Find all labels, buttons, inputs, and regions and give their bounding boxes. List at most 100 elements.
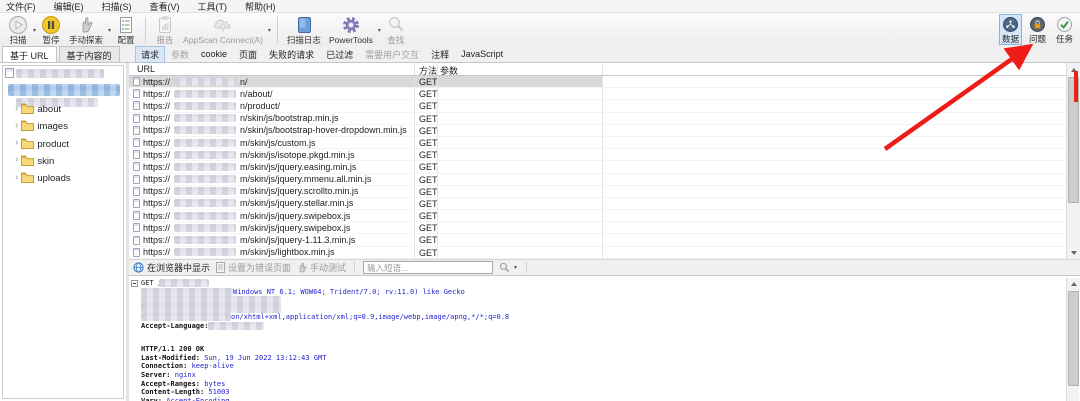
table-row[interactable]: https:// m/skin/js/jquery.easing.min.js GE… — [129, 161, 1066, 174]
url-prefix: https:// — [143, 88, 171, 99]
redacted-host — [174, 162, 237, 171]
header-value: keep-alive — [187, 362, 234, 371]
response-header-line: Accept-Ranges: bytes — [141, 380, 1062, 389]
page-icon — [133, 211, 140, 221]
chevron-down-icon[interactable]: ▾ — [378, 27, 381, 34]
set-error-page-button[interactable]: 设置为错误页面 — [216, 261, 291, 274]
show-in-browser-button[interactable]: 在浏览器中显示 — [133, 261, 210, 274]
table-row[interactable]: https:// n/product/GET — [129, 100, 1066, 113]
page-icon — [133, 247, 140, 257]
scrollbar-thumb[interactable] — [1068, 291, 1079, 386]
chevron-down-icon[interactable]: ▾ — [268, 27, 271, 34]
toolbar-button-config[interactable]: 配置 — [112, 14, 140, 46]
tab-cookie[interactable]: cookie — [195, 47, 233, 61]
manual-test-button[interactable]: 手动测试 — [297, 261, 346, 274]
tab-失败的请求[interactable]: 失败的请求 — [263, 46, 320, 63]
tab-参数[interactable]: 参数 — [165, 46, 195, 63]
menu-item[interactable]: 查看(V) — [150, 0, 180, 13]
response-header-line: HTTP/1.1 200 OK — [141, 345, 1062, 354]
toolbar-button-label: 查找 — [387, 35, 405, 45]
tab-需要用户交互[interactable]: 需要用户交互 — [359, 46, 425, 63]
url-suffix: m/skin/js/lightbox.min.js — [240, 247, 335, 258]
sidebar-tab[interactable]: 基于内容的 — [58, 46, 120, 62]
header-value: Sun, 19 Jun 2022 13:12:43 GMT — [200, 353, 327, 362]
phrase-input[interactable] — [363, 261, 494, 274]
url-suffix: n/ — [240, 76, 248, 87]
table-row[interactable]: https:// m/skin/js/custom.js GET — [129, 136, 1066, 150]
menu-item[interactable]: 工具(T) — [198, 0, 228, 13]
chevron-right-icon[interactable]: › — [15, 155, 18, 165]
view-button-issues[interactable]: 问题 — [1026, 14, 1049, 45]
toolbar-button-gear[interactable]: PowerTools — [325, 14, 377, 46]
menu-item[interactable]: 扫描(S) — [102, 0, 132, 13]
view-button-data[interactable]: 数据 — [998, 14, 1022, 45]
detail-scrollbar[interactable] — [1066, 278, 1080, 401]
chevron-right-icon[interactable]: › — [15, 120, 18, 131]
page-icon — [133, 162, 140, 172]
request-line: Windows NT 6.1; WOW64; Trident/7.0; rv:1… — [141, 287, 1062, 297]
scroll-up-arrow[interactable] — [1067, 278, 1080, 290]
view-button-tasks[interactable]: 任务 — [1053, 14, 1076, 45]
table-row[interactable]: https:// m/skin/js/isotope.pkgd.min.js GET — [129, 149, 1066, 162]
menu-item[interactable]: 文件(F) — [6, 0, 36, 13]
toolbar-button-scanlog[interactable]: 扫描日志 — [283, 14, 325, 46]
table-row[interactable]: https:// n/about/GET — [129, 88, 1066, 101]
redacted-selected-node[interactable] — [8, 84, 120, 96]
tab-请求[interactable]: 请求 — [135, 45, 166, 63]
toolbar-button-report[interactable]: 报告 — [151, 14, 179, 46]
method-cell: GET — [419, 125, 438, 136]
search-phrase-button[interactable]: ▾ — [499, 262, 518, 273]
column-divider — [602, 124, 603, 136]
column-divider — [437, 136, 438, 149]
header-value: 51003 — [204, 388, 230, 397]
tree-folder-skin[interactable]: › skin — [15, 155, 54, 168]
table-row[interactable]: https:// m/skin/js/jquery.mmenu.all.min.j… — [129, 173, 1066, 186]
tab-页面[interactable]: 页面 — [233, 46, 263, 63]
table-row[interactable]: https:// n/skin/js/bootstrap.min.js GET — [129, 112, 1066, 125]
view-button-label: 问题 — [1028, 34, 1046, 44]
header-name: HTTP/1.1 200 OK — [141, 345, 205, 354]
tree-folder-about[interactable]: › about — [15, 103, 61, 116]
toolbar-button-pause[interactable]: 暂停 — [37, 14, 65, 46]
chevron-right-icon[interactable]: › — [15, 138, 18, 148]
tab-注释[interactable]: 注释 — [425, 46, 455, 63]
table-row[interactable]: https:// m/skin/js/jquery.swipebox.js GET — [129, 210, 1066, 223]
chevron-right-icon[interactable]: › — [15, 103, 18, 114]
redacted-host — [174, 223, 237, 232]
chevron-down-icon[interactable]: ▾ — [108, 27, 111, 34]
tree-folder-uploads[interactable]: › uploads — [15, 172, 71, 185]
page-icon — [133, 150, 140, 160]
table-row[interactable]: https:// n/skin/js/bootstrap-hover-dropdo… — [129, 124, 1066, 137]
method-cell: GET — [419, 89, 438, 100]
table-row[interactable]: https:// m/skin/js/lightbox.min.js GET — [129, 246, 1066, 259]
table-row[interactable]: https:// n/GET — [129, 76, 1066, 89]
redacted-host — [174, 138, 237, 147]
scanlog-icon — [294, 15, 314, 35]
toolbar-button-play[interactable]: 扫描 — [4, 14, 32, 46]
toolbar-button-hand[interactable]: 手动探索 — [65, 14, 107, 46]
scroll-down-arrow[interactable] — [1067, 247, 1080, 259]
collapse-toggle-icon[interactable] — [131, 280, 138, 287]
chevron-down-icon[interactable]: ▾ — [33, 27, 36, 34]
tab-已过滤[interactable]: 已过滤 — [320, 46, 359, 63]
page-icon — [133, 174, 140, 184]
url-tree-sidebar: › about › images › product › skin › uploads — [0, 63, 129, 401]
menu-item[interactable]: 帮助(H) — [245, 0, 276, 13]
tree-folder-product[interactable]: › product — [15, 138, 69, 151]
url-cell: https:// m/skin/js/jquery-1.11.3.min.js — [129, 235, 355, 245]
column-header-0[interactable]: URL — [137, 64, 155, 74]
tab-JavaScript[interactable]: JavaScript — [455, 47, 509, 61]
menu-item[interactable]: 编辑(E) — [54, 0, 84, 13]
sidebar-tab[interactable]: 基于 URL — [2, 46, 57, 62]
tree-folder-images[interactable]: › images — [15, 120, 68, 133]
table-row[interactable]: https:// m/skin/js/jquery.scrollto.min.js… — [129, 185, 1066, 198]
tab-row: 基于 URL 基于内容的 请求 参数 cookie 页面 失败的请求 已过滤 需要用户交互 注释… — [0, 45, 1080, 63]
toolbar-button-search[interactable]: 查找 — [382, 14, 410, 46]
page-icon — [133, 198, 140, 208]
redacted-host — [174, 211, 237, 220]
table-row[interactable]: https:// m/skin/js/jquery.swipebox.js GET — [129, 222, 1066, 235]
chevron-right-icon[interactable]: › — [15, 172, 18, 183]
table-row[interactable]: https:// m/skin/js/jquery.stellar.min.js G… — [129, 197, 1066, 211]
toolbar-button-cloud[interactable]: AppScan Connect(A) — [179, 14, 267, 46]
table-row[interactable]: https:// m/skin/js/jquery-1.11.3.min.js GE… — [129, 234, 1066, 247]
